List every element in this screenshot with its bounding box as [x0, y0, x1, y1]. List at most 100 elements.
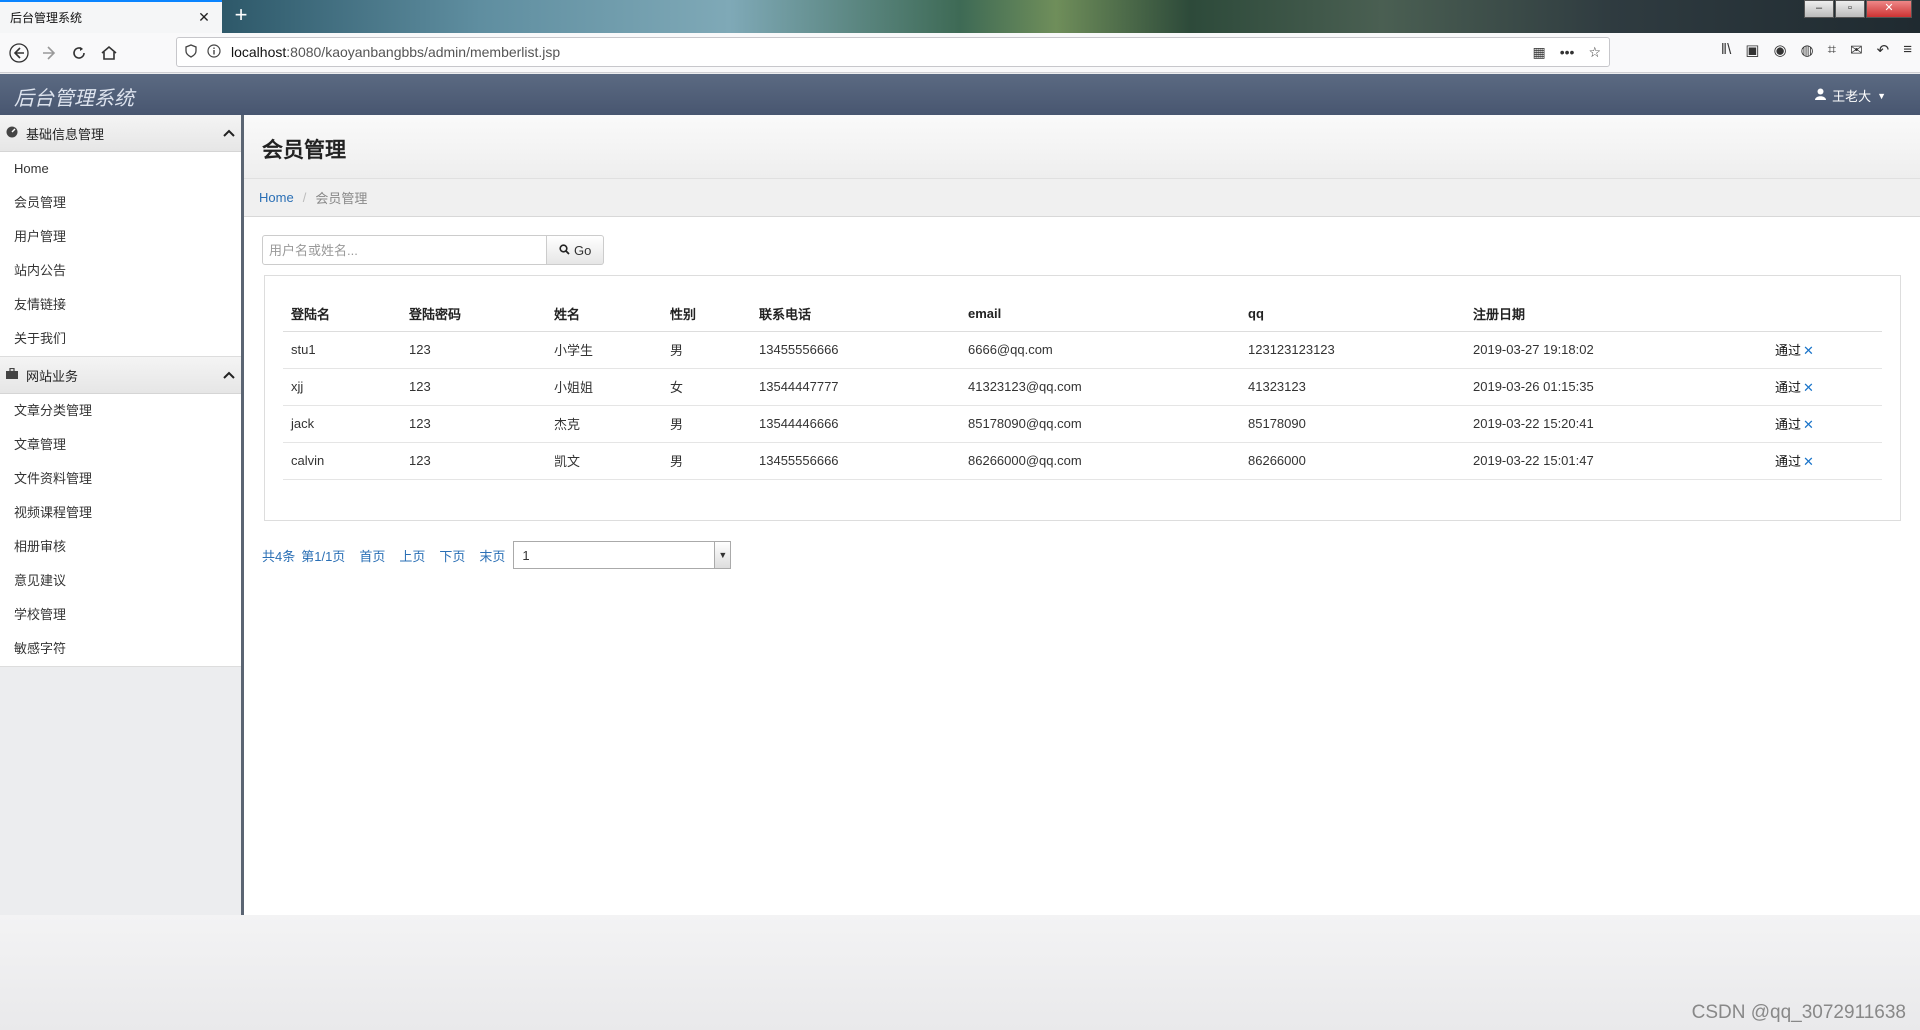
go-label: Go — [574, 242, 592, 258]
cell-name: 杰克 — [546, 405, 662, 443]
briefcase-icon — [6, 367, 24, 382]
sidebar-item-schools[interactable]: 学校管理 — [0, 598, 241, 632]
delete-icon[interactable]: ✕ — [1803, 380, 1814, 395]
search-icon — [559, 243, 570, 258]
delete-icon[interactable]: ✕ — [1803, 417, 1814, 432]
cell-actions: 通过 ✕ — [1767, 405, 1882, 443]
crop-icon[interactable]: ⌗ — [1828, 41, 1836, 59]
back-icon[interactable] — [4, 38, 34, 68]
member-table: 登陆名 登陆密码 姓名 性别 联系电话 email qq 注册日期 stu1 1… — [283, 296, 1882, 480]
approve-link[interactable]: 通过 — [1775, 417, 1801, 432]
chat-icon[interactable]: ✉ — [1850, 41, 1863, 59]
more-icon[interactable]: ••• — [1560, 44, 1575, 61]
sidebar-item-users[interactable]: 用户管理 — [0, 220, 241, 254]
sidebar-toggle-icon[interactable]: ▣ — [1745, 41, 1759, 59]
page-background — [0, 915, 1920, 1030]
approve-link[interactable]: 通过 — [1775, 454, 1801, 469]
chevron-up-icon[interactable] — [223, 126, 235, 140]
sidebar-item-articles[interactable]: 文章管理 — [0, 428, 241, 462]
user-menu[interactable]: 王老大 ▼ — [1815, 86, 1886, 105]
undo-icon[interactable]: ↶ — [1877, 41, 1890, 59]
sidebar-item-about[interactable]: 关于我们 — [0, 322, 241, 356]
cell-date: 2019-03-22 15:20:41 — [1465, 405, 1767, 443]
sidebar-item-members[interactable]: 会员管理 — [0, 186, 241, 220]
cell-gender: 女 — [662, 368, 751, 406]
column-header: 姓名 — [546, 296, 662, 332]
cell-email: 86266000@qq.com — [960, 442, 1240, 480]
column-header — [1767, 296, 1882, 332]
tab-title: 后台管理系统 — [10, 11, 83, 25]
delete-icon[interactable]: ✕ — [1803, 454, 1814, 469]
sidebar-item-files[interactable]: 文件资料管理 — [0, 462, 241, 496]
search-input[interactable] — [262, 235, 547, 265]
pager-next-link[interactable]: 下页 — [439, 546, 465, 565]
sidebar-item-feedback[interactable]: 意见建议 — [0, 564, 241, 598]
caret-down-icon: ▼ — [1877, 90, 1886, 101]
column-header: 登陆密码 — [401, 296, 546, 332]
cell-password: 123 — [401, 405, 546, 443]
browser-toolbar: ‖\ ▣ ◉ ◍ ⌗ ✉ ↶ ≡ — [1721, 41, 1912, 59]
home-icon[interactable] — [94, 38, 124, 68]
delete-icon[interactable]: ✕ — [1803, 343, 1814, 358]
cell-login: calvin — [283, 442, 401, 480]
sidebar-section-label: 基础信息管理 — [26, 126, 105, 142]
window-close-button[interactable]: ✕ — [1866, 0, 1912, 18]
sidebar-section-header[interactable]: 网站业务 — [0, 357, 241, 394]
cell-email: 85178090@qq.com — [960, 405, 1240, 443]
globe-icon[interactable]: ◍ — [1801, 41, 1814, 59]
minimize-button[interactable]: – — [1804, 0, 1834, 18]
user-icon — [1815, 88, 1827, 103]
dropdown-arrow-icon[interactable]: ▼ — [714, 542, 731, 568]
sidebar-item-sensitive-words[interactable]: 敏感字符 — [0, 632, 241, 666]
sidebar-item-videos[interactable]: 视频课程管理 — [0, 496, 241, 530]
page-title: 会员管理 — [262, 139, 346, 162]
maximize-button[interactable]: ▫ — [1835, 0, 1865, 18]
sidebar-items: 文章分类管理 文章管理 文件资料管理 视频课程管理 相册审核 意见建议 学校管理… — [0, 394, 241, 667]
app-brand[interactable]: 后台管理系统 — [14, 82, 134, 111]
approve-link[interactable]: 通过 — [1775, 343, 1801, 358]
sidebar-items: Home 会员管理 用户管理 站内公告 友情链接 关于我们 — [0, 152, 241, 357]
shield-icon[interactable] — [185, 43, 197, 61]
cell-actions: 通过 ✕ — [1767, 442, 1882, 480]
search-go-button[interactable]: Go — [547, 235, 605, 265]
pager-last-link[interactable]: 末页 — [479, 546, 505, 565]
cell-date: 2019-03-26 01:15:35 — [1465, 368, 1767, 406]
main-content: 会员管理 Home / 会员管理 Go 登陆名 登陆密码 姓名 性别 联系电话 … — [244, 115, 1920, 915]
forward-icon[interactable] — [34, 38, 64, 68]
cell-login: jack — [283, 405, 401, 443]
sidebar-item-links[interactable]: 友情链接 — [0, 288, 241, 322]
bookmark-star-icon[interactable]: ☆ — [1588, 44, 1601, 61]
account-icon[interactable]: ◉ — [1773, 41, 1786, 59]
cell-gender: 男 — [662, 331, 751, 369]
pager-prev-link[interactable]: 上页 — [399, 546, 425, 565]
address-bar[interactable]: localhost:8080/kaoyanbangbbs/admin/membe… — [176, 37, 1610, 67]
cell-actions: 通过 ✕ — [1767, 368, 1882, 406]
breadcrumb-current: 会员管理 — [315, 191, 368, 206]
cell-password: 123 — [401, 442, 546, 480]
info-icon[interactable] — [207, 43, 221, 61]
column-header: 性别 — [662, 296, 751, 332]
qr-code-icon[interactable]: ▦ — [1532, 44, 1545, 61]
cell-date: 2019-03-27 19:18:02 — [1465, 331, 1767, 369]
library-icon[interactable]: ‖\ — [1721, 41, 1731, 59]
browser-tab-bar: 后台管理系统 ✕ + – ▫ ✕ — [0, 0, 1920, 33]
sidebar-item-home[interactable]: Home — [0, 152, 241, 186]
cell-name: 小学生 — [546, 331, 662, 369]
cell-login: xjj — [283, 368, 401, 406]
sidebar-section-header[interactable]: 基础信息管理 — [0, 115, 241, 152]
menu-icon[interactable]: ≡ — [1903, 41, 1912, 59]
chevron-up-icon[interactable] — [223, 368, 235, 382]
sidebar-item-announcements[interactable]: 站内公告 — [0, 254, 241, 288]
sidebar-item-albums[interactable]: 相册审核 — [0, 530, 241, 564]
page-select[interactable]: 1 ▼ — [513, 541, 732, 569]
browser-tab-active[interactable]: 后台管理系统 ✕ — [0, 0, 222, 33]
breadcrumb-home-link[interactable]: Home — [259, 190, 294, 205]
approve-link[interactable]: 通过 — [1775, 380, 1801, 395]
tab-close-icon[interactable]: ✕ — [196, 9, 212, 26]
pager-first-link[interactable]: 首页 — [359, 546, 385, 565]
member-table-panel: 登陆名 登陆密码 姓名 性别 联系电话 email qq 注册日期 stu1 1… — [264, 275, 1901, 521]
new-tab-button[interactable]: + — [229, 4, 253, 28]
sidebar-item-article-categories[interactable]: 文章分类管理 — [0, 394, 241, 428]
url-text: localhost:8080/kaoyanbangbbs/admin/membe… — [231, 44, 1532, 60]
reload-icon[interactable] — [64, 38, 94, 68]
